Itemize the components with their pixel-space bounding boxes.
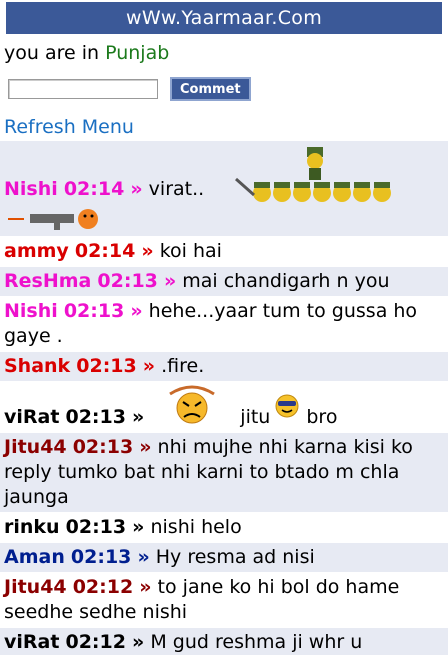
comment-button[interactable]: Commet [170,77,251,101]
message-separator: » [130,300,143,322]
message-text: jitu [240,406,271,428]
message-author[interactable]: Shank [4,355,70,377]
angry-face-icon [169,385,216,424]
site-title: wWw.Yaarmaar.Com [125,7,322,29]
message-separator: » [132,406,145,428]
message-text: mai chandigarh n you [182,270,390,292]
message-row: viRat 02:12 » M gud reshma ji whr u [0,627,448,655]
message-author[interactable]: viRat [4,406,59,428]
gun-shooter-icon [8,209,98,230]
message-text: koi hai [159,240,222,262]
message-author[interactable]: Jitu44 [4,436,67,458]
message-row: Jitu44 02:12 » to jane ko hi bol do hame… [0,572,448,627]
message-time: 02:13 [70,546,132,568]
message-separator: » [132,516,145,538]
message-separator: » [139,436,152,458]
message-time: 02:13 [65,406,126,428]
message-separator: » [132,631,145,653]
message-time: 02:13 [97,270,158,292]
message-time: 02:13 [76,355,137,377]
message-separator: » [141,240,154,262]
message-text: bro [306,406,338,428]
location-line: you are in Punjab [0,34,448,66]
message-author[interactable]: ammy [4,240,69,262]
message-time: 02:12 [65,631,126,653]
message-time: 02:12 [72,576,134,598]
message-author[interactable]: Nishi [4,178,58,200]
message-separator: » [163,270,177,292]
message-author[interactable]: Nishi [4,300,58,322]
message-row: Aman 02:13 » Hy resma ad nisi [0,542,448,572]
location-city: Punjab [105,42,170,64]
message-text: virat.. [148,178,205,200]
message-separator: » [137,546,150,568]
cool-face-icon [275,394,299,418]
message-author[interactable]: ResHma [4,270,91,292]
message-separator: » [142,355,156,377]
message-row: ResHma 02:13 » mai chandigarh n you [0,266,448,296]
message-row: Nishi 02:13 » hehe...yaar tum to gussa h… [0,296,448,351]
message-row: Shank 02:13 » .fire. [0,351,448,381]
message-text: .fire. [161,355,205,377]
message-time: 02:13 [72,436,134,458]
message-list: Nishi 02:14 » virat.. ammy 02:14 » koi h… [0,140,448,655]
message-author[interactable]: Jitu44 [4,576,67,598]
message-author[interactable]: rinku [4,516,60,538]
message-time: 02:13 [63,300,125,322]
message-row: ammy 02:14 » koi hai [0,236,448,266]
message-text: nishi helo [150,516,242,538]
location-prefix: you are in [4,42,100,64]
message-time: 02:13 [65,516,127,538]
message-row: Jitu44 02:13 » nhi mujhe nhi karna kisi … [0,432,448,512]
message-time: 02:14 [63,178,125,200]
message-text: M gud reshma ji whr u [150,631,363,653]
comment-form: Commet [0,66,448,106]
army-squad-icon [235,147,391,202]
refresh-menu-link[interactable]: Refresh Menu [0,106,448,140]
site-header: wWw.Yaarmaar.Com [6,2,442,34]
message-input[interactable] [8,79,158,99]
message-text: Hy resma ad nisi [155,546,315,568]
message-time: 02:14 [74,240,136,262]
message-row: viRat 02:13 » jitu bro [0,381,448,432]
message-row: Nishi 02:14 » virat.. [0,140,448,236]
message-separator: » [130,178,143,200]
message-row: rinku 02:13 » nishi helo [0,512,448,542]
message-author[interactable]: viRat [4,631,59,653]
message-separator: » [139,576,152,598]
message-author[interactable]: Aman [4,546,65,568]
